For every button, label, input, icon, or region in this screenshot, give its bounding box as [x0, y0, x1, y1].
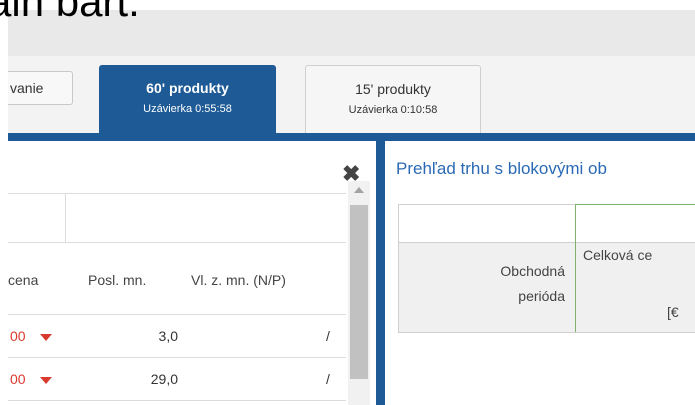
scroll-up-icon[interactable] [354, 187, 364, 193]
header-celkova-cena[interactable]: Celková ce [583, 247, 652, 263]
highlight-border [575, 204, 695, 205]
tab-15-label: 15' produkty [355, 81, 431, 97]
header-divider [8, 242, 346, 243]
column-divider [65, 194, 66, 242]
right-panel-title: Prehľad trhu s blokovými ob [396, 159, 607, 178]
clipped-heading: ain bart. [0, 0, 140, 25]
down-arrow-icon [40, 377, 52, 384]
tab-bar: vanie 60' produkty Uzávierka 0:55:58 15'… [8, 56, 695, 133]
header-obchodna-perioda[interactable]: Obchodná perióda [445, 259, 565, 309]
price-cell: 00 [10, 328, 26, 344]
right-panel: Prehľad trhu s blokovými ob Obchodná per… [385, 141, 695, 405]
vertical-scrollbar[interactable] [348, 181, 370, 405]
tab-partial-label: vanie [10, 80, 44, 96]
qty-cell: 29,0 [150, 371, 178, 387]
highlight-border [575, 204, 576, 332]
tab-60-label: 60' produkty [146, 80, 229, 96]
table-row[interactable]: 00 29,0 / [8, 358, 346, 400]
header-divider [8, 193, 346, 194]
left-panel: ✖ cena Posl. mn. Vl. z. mn. (N/P) 00 3,0… [8, 141, 376, 405]
header-vl-z-mn[interactable]: Vl. z. mn. (N/P) [191, 272, 286, 288]
header-posl-mn[interactable]: Posl. mn. [88, 272, 146, 288]
tab-15-produkty[interactable]: 15' produkty Uzávierka 0:10:58 [305, 65, 481, 133]
panel-splitter[interactable] [376, 141, 385, 405]
np-cell: / [326, 371, 330, 387]
header-cena[interactable]: cena [8, 272, 38, 288]
scroll-thumb[interactable] [350, 205, 368, 379]
header-unit: [€ [667, 304, 679, 320]
table-border [398, 332, 695, 333]
qty-cell: 3,0 [158, 328, 178, 344]
tab-60-closing: Uzávierka 0:55:58 [143, 103, 232, 115]
row-divider [8, 400, 346, 401]
table-border [398, 204, 399, 332]
price-cell: 00 [10, 371, 26, 387]
tab-underline [8, 133, 695, 141]
np-cell: / [326, 328, 330, 344]
table-border [398, 242, 695, 243]
down-arrow-icon [40, 334, 52, 341]
tab-15-closing: Uzávierka 0:10:58 [348, 104, 438, 116]
top-area: ain bart. [0, 0, 695, 56]
tab-partial[interactable]: vanie [8, 71, 73, 105]
tab-60-produkty[interactable]: 60' produkty Uzávierka 0:55:58 [99, 65, 276, 133]
table-row[interactable]: 00 3,0 / [8, 315, 346, 357]
